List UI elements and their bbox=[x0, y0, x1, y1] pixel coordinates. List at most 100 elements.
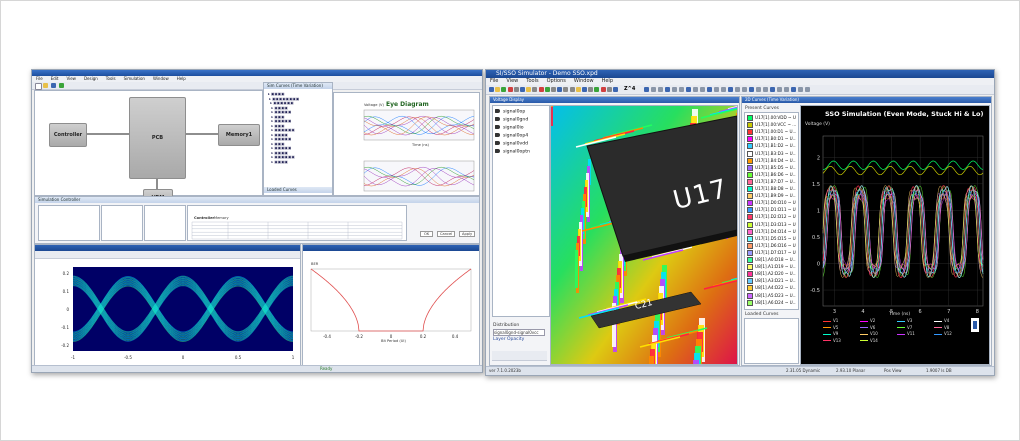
pcb-3d-view[interactable]: U17 C21 bbox=[550, 105, 738, 365]
curve-item[interactable]: U17[1].B3:D3 ~ U... bbox=[747, 150, 796, 157]
toolbar-tool-icon[interactable] bbox=[805, 87, 810, 92]
curve-item[interactable]: U8[1].A1:D19 ~ U... bbox=[747, 263, 796, 271]
toolbar-tool-icon[interactable] bbox=[582, 87, 587, 92]
toolbar-tool-icon[interactable] bbox=[513, 87, 519, 92]
curve-item[interactable]: U8[1].A6:D24 ~ U... bbox=[747, 299, 796, 306]
left-menu-design[interactable]: Design bbox=[84, 76, 98, 81]
curve-item[interactable]: U8[1].A5:D23 ~ U... bbox=[747, 292, 796, 299]
signal-item[interactable]: signal0gnd bbox=[495, 117, 547, 123]
toolbar-tool-icon[interactable] bbox=[749, 87, 754, 92]
curve-item[interactable]: U17[1].D4:D14 ~ U... bbox=[747, 228, 796, 235]
right-menu-view[interactable]: View bbox=[506, 78, 518, 84]
toolbar-tool-icon[interactable] bbox=[714, 87, 719, 92]
toolbar-tool-icon[interactable] bbox=[501, 87, 507, 92]
toolbar-tool-icon[interactable] bbox=[728, 87, 733, 92]
simulation-controller-panel[interactable]: Simulation Controller Controller Memory … bbox=[34, 196, 480, 244]
toolbar-tool-icon[interactable] bbox=[777, 87, 782, 92]
toolbar-tool-icon[interactable] bbox=[763, 87, 768, 92]
apply-button[interactable]: Apply bbox=[459, 231, 476, 237]
toolbar-tool-icon[interactable] bbox=[600, 87, 606, 92]
toolbar-tool-icon[interactable] bbox=[693, 87, 698, 92]
toolbar-tool-icon[interactable] bbox=[770, 87, 775, 92]
toolbar-tool-icon[interactable] bbox=[495, 87, 501, 92]
distribution-select[interactable]: signal0gnd-signal0vcc bbox=[493, 329, 545, 336]
signal-item[interactable]: signal0optn bbox=[495, 149, 547, 155]
new-icon[interactable] bbox=[35, 83, 42, 90]
controller-block[interactable]: Controller bbox=[49, 123, 87, 147]
zoom-level[interactable]: Z^4 bbox=[624, 86, 635, 92]
ok-button[interactable]: OK bbox=[420, 231, 434, 237]
save-icon[interactable] bbox=[51, 83, 56, 88]
left-menu-file[interactable]: File bbox=[36, 76, 43, 81]
toolbar-tool-icon[interactable] bbox=[742, 87, 747, 92]
right-title-bar[interactable]: SI/SSO Simulator - Demo SSO.xpd bbox=[486, 70, 994, 78]
curve-item[interactable]: U8[1].A2:D20 ~ U... bbox=[747, 270, 796, 278]
toolbar-tool-icon[interactable] bbox=[700, 87, 705, 92]
curve-item[interactable]: U17[1].B6:D6 ~ U... bbox=[747, 171, 796, 178]
toolbar-tool-icon[interactable] bbox=[665, 87, 670, 92]
signal-item[interactable]: signal0op bbox=[495, 109, 547, 115]
toolbar-tool-icon[interactable] bbox=[613, 87, 618, 92]
toolbar-tool-icon[interactable] bbox=[569, 87, 575, 92]
toolbar-tool-icon[interactable] bbox=[658, 87, 663, 92]
toolbar-tool-icon[interactable] bbox=[594, 87, 600, 92]
curve-item[interactable]: U17[1].B8:D8 ~ U... bbox=[747, 185, 796, 192]
curve-item[interactable]: U8[1].A0:D18 ~ U... bbox=[747, 256, 796, 263]
toolbar-tool-icon[interactable] bbox=[721, 87, 726, 92]
right-menu-window[interactable]: Window bbox=[574, 78, 594, 84]
toolbar-tool-icon[interactable] bbox=[644, 87, 649, 92]
curve-item[interactable]: U17[1].D2:D12 ~ U... bbox=[747, 213, 796, 221]
pcb-block[interactable]: PCB bbox=[129, 97, 186, 179]
curve-item[interactable]: U17[1].00:D1 ~ U... bbox=[747, 128, 796, 136]
curve-item[interactable]: U8[1].A4:D22 ~ U... bbox=[747, 284, 796, 292]
curve-item[interactable]: U17[1].B4:D4 ~ U... bbox=[747, 157, 796, 164]
toolbar-tool-icon[interactable] bbox=[735, 87, 740, 92]
toolbar-tool-icon[interactable] bbox=[588, 87, 594, 92]
left-menu-simulation[interactable]: Simulation bbox=[124, 76, 145, 81]
sim-options-group[interactable] bbox=[38, 205, 100, 241]
present-curves-list[interactable]: U17[1].00:VDD ~ U... U17[1].00:VCC ~ ... U… bbox=[744, 112, 799, 310]
right-menu-help[interactable]: Help bbox=[602, 78, 613, 84]
toolbar-tool-icon[interactable] bbox=[563, 87, 569, 92]
curve-item[interactable]: U17[1].D0:D10 ~ U... bbox=[747, 199, 796, 207]
toolbar-tool-icon[interactable] bbox=[544, 87, 550, 92]
toolbar-tool-icon[interactable] bbox=[651, 87, 656, 92]
toolbar-tool-icon[interactable] bbox=[557, 87, 563, 92]
curve-item[interactable]: U8[1].A3:D21 ~ U... bbox=[747, 277, 796, 285]
left-menu-tools[interactable]: Tools bbox=[106, 76, 116, 81]
left-menu-window[interactable]: Window bbox=[153, 76, 169, 81]
toolbar-tool-icon[interactable] bbox=[532, 87, 538, 92]
toolbar-tool-icon[interactable] bbox=[551, 87, 556, 92]
signal-item[interactable]: signal0op4 bbox=[495, 133, 547, 139]
loaded-curves-list[interactable] bbox=[744, 318, 799, 364]
curve-item[interactable]: U17[1].B1:D2 ~ U... bbox=[747, 142, 796, 150]
toolbar-tool-icon[interactable] bbox=[489, 87, 494, 92]
model-selection-group[interactable]: Controller Memory bbox=[187, 205, 407, 241]
curve-item[interactable]: U17[1].00:VDD ~ U... bbox=[747, 114, 796, 121]
curve-item[interactable]: U17[1].B5:D5 ~ U... bbox=[747, 164, 796, 171]
sim-curves-tree[interactable]: Sim Curves (Time Variation) ▸ ▣▣▣▣ ▸ ▣▣▣… bbox=[263, 82, 333, 196]
signal-item[interactable]: signal0vdd bbox=[495, 141, 547, 147]
toolbar-tool-icon[interactable] bbox=[784, 87, 789, 92]
left-menu-help[interactable]: Help bbox=[177, 76, 186, 81]
curve-item[interactable]: U17[1].D3:D13 ~ U... bbox=[747, 221, 796, 228]
toolbar-tool-icon[interactable] bbox=[672, 87, 677, 92]
curve-item[interactable]: U17[1].B9:D9 ~ U... bbox=[747, 192, 796, 200]
toolbar-tool-icon[interactable] bbox=[526, 87, 532, 92]
toolbar-tool-icon[interactable] bbox=[679, 87, 684, 92]
signal-item[interactable]: signal0io bbox=[495, 125, 547, 131]
toolbar-tool-icon[interactable] bbox=[520, 87, 525, 92]
memory-block[interactable]: Memory1 bbox=[218, 124, 260, 146]
toolbar-tool-icon[interactable] bbox=[798, 87, 803, 92]
toolbar-tool-icon[interactable] bbox=[707, 87, 712, 92]
open-icon[interactable] bbox=[43, 83, 48, 88]
right-menu-options[interactable]: Options bbox=[547, 78, 566, 84]
toolbar-tool-icon[interactable] bbox=[756, 87, 761, 92]
toolbar-tool-icon[interactable] bbox=[538, 87, 544, 92]
right-menu-tools[interactable]: Tools bbox=[526, 78, 538, 84]
curve-item[interactable]: U17[1].D5:D15 ~ U... bbox=[747, 235, 796, 242]
curve-item[interactable]: U17[1].D7:D17 ~ U... bbox=[747, 249, 796, 256]
curve-item[interactable]: U17[1].B0:D1 ~ U... bbox=[747, 135, 796, 143]
left-menu-view[interactable]: View bbox=[66, 76, 76, 81]
signal-list[interactable]: signal0op signal0gnd signal0io signal0op4 si… bbox=[492, 105, 550, 317]
